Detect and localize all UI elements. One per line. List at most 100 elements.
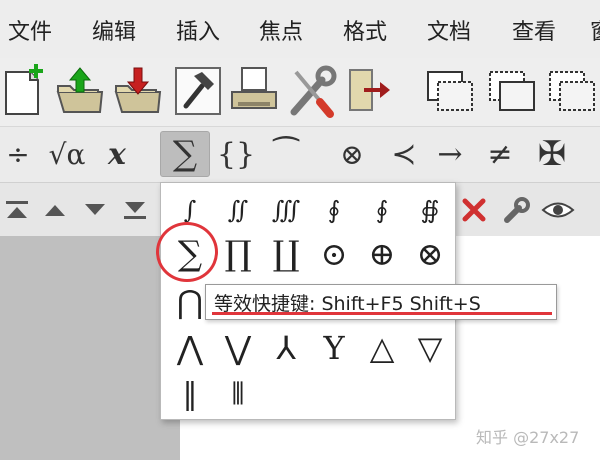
braces-icon: {}: [216, 136, 256, 172]
surface-integral-button[interactable]: ∯: [407, 187, 453, 233]
fraction-icon: ÷: [6, 137, 30, 171]
triple-integral-button[interactable]: ∭: [263, 187, 309, 233]
triple-bar-icon: ⦀: [231, 376, 245, 412]
save-button[interactable]: [112, 62, 164, 118]
not-equal-button[interactable]: ≠: [480, 131, 520, 177]
export-arrow-icon: [349, 69, 390, 111]
move-down-icon: [85, 204, 105, 215]
menu-window[interactable]: 窗: [590, 14, 600, 46]
big-wedge-icon: ⋀: [176, 329, 204, 367]
binary-operator-button[interactable]: ⊗: [332, 131, 372, 177]
circled-plus-button[interactable]: ⊕: [359, 231, 405, 277]
sum-highlight-circle: [156, 222, 218, 282]
circled-dot-button[interactable]: ⊙: [311, 231, 357, 277]
superscript-button[interactable]: x: [96, 131, 138, 177]
move-top-icon: [6, 201, 28, 218]
misc-symbol-button[interactable]: ✠: [530, 131, 574, 177]
big-operator-button[interactable]: ∑: [160, 131, 210, 177]
big-operator-sum-icon: ∑: [172, 134, 198, 174]
contour-integral-icon: ∮: [375, 196, 389, 224]
menu-insert[interactable]: 插入: [176, 14, 220, 46]
curly-wedge-icon: ⅄: [276, 329, 296, 367]
precedes-icon: ≺: [391, 136, 417, 172]
double-integral-icon: ∬: [227, 196, 249, 224]
double-integral-button[interactable]: ∬: [215, 187, 261, 233]
tooltip-underline: [212, 312, 552, 315]
coproduct-button[interactable]: ∐: [263, 231, 309, 277]
move-up-button[interactable]: [40, 191, 70, 229]
view-button[interactable]: [540, 191, 576, 229]
accent-button[interactable]: ⁀: [266, 131, 306, 177]
triple-bar-button[interactable]: ⦀: [215, 371, 261, 417]
frames-copy-button[interactable]: [486, 62, 538, 118]
menu-focus[interactable]: 焦点: [259, 14, 303, 46]
big-wedge-button[interactable]: ⋀: [167, 325, 213, 371]
triangle-up-icon: △: [369, 329, 395, 367]
menu-document[interactable]: 文档: [427, 14, 471, 46]
double-bar-icon: ‖: [182, 376, 198, 412]
print-button[interactable]: [228, 62, 280, 118]
triple-integral-icon: ∭: [271, 196, 301, 224]
new-document-icon: [5, 64, 43, 115]
square-root-icon: √α: [48, 137, 86, 171]
fraction-button[interactable]: ÷: [2, 131, 34, 177]
frames-button[interactable]: [424, 62, 476, 118]
build-button[interactable]: [172, 62, 224, 118]
circled-times-button[interactable]: ⊗: [407, 231, 453, 277]
export-button[interactable]: [344, 62, 396, 118]
math-toolbar: ÷ √α x ∑ {} ⁀ ⊗ ≺ → ≠ ✠: [0, 126, 600, 182]
integral-dots-button[interactable]: ∮: [311, 187, 357, 233]
double-bar-button[interactable]: ‖: [167, 371, 213, 417]
triangle-down-button[interactable]: ▽: [407, 325, 453, 371]
move-top-button[interactable]: [2, 191, 32, 229]
document-margin: [0, 236, 180, 460]
main-toolbar: [0, 58, 600, 126]
product-icon: ∏: [224, 234, 252, 274]
open-upload-icon: [56, 67, 104, 113]
triangle-up-button[interactable]: △: [359, 325, 405, 371]
curly-vee-button[interactable]: Y: [311, 325, 357, 371]
curly-wedge-button[interactable]: ⅄: [263, 325, 309, 371]
circled-times-icon: ⊗: [340, 137, 364, 171]
build-hammer-icon: [175, 67, 221, 115]
arrow-button[interactable]: →: [430, 131, 470, 177]
right-arrow-icon: →: [437, 136, 463, 172]
curly-vee-icon: Y: [323, 329, 345, 367]
move-up-icon: [45, 205, 65, 216]
new-document-button[interactable]: [0, 62, 52, 118]
relation-button[interactable]: ≺: [384, 131, 424, 177]
circled-plus-icon: ⊕: [368, 235, 396, 273]
square-root-button[interactable]: √α: [42, 131, 92, 177]
menu-file[interactable]: 文件: [8, 14, 52, 46]
eye-icon: [541, 202, 575, 218]
print-icon: [231, 67, 277, 109]
menu-format[interactable]: 格式: [343, 14, 387, 46]
frames-dashed-button[interactable]: [546, 62, 598, 118]
braces-button[interactable]: {}: [216, 131, 256, 177]
triangle-down-icon: ▽: [417, 329, 443, 367]
coproduct-icon: ∐: [272, 234, 300, 274]
move-bottom-button[interactable]: [120, 191, 150, 229]
menu-bar: 文件 编辑 插入 焦点 格式 文档 查看 窗: [0, 0, 600, 58]
tools-button[interactable]: [286, 62, 338, 118]
frames-icon: [427, 71, 473, 111]
integral-dots-icon: ∮: [327, 196, 341, 224]
move-bottom-icon: [124, 202, 146, 219]
frames-dashed-icon: [549, 71, 595, 111]
product-button[interactable]: ∏: [215, 231, 261, 277]
circled-dot-icon: ⊙: [320, 235, 348, 273]
save-download-icon: [114, 67, 162, 113]
properties-button[interactable]: [500, 191, 532, 229]
integral-icon: ∫: [183, 196, 197, 224]
menu-view[interactable]: 查看: [512, 14, 556, 46]
maltese-cross-icon: ✠: [537, 134, 567, 174]
delete-button[interactable]: [458, 191, 490, 229]
move-down-button[interactable]: [80, 191, 110, 229]
big-vee-icon: ⋁: [224, 329, 252, 367]
big-vee-button[interactable]: ⋁: [215, 325, 261, 371]
open-button[interactable]: [54, 62, 106, 118]
circled-times-icon: ⊗: [416, 235, 444, 273]
not-equal-icon: ≠: [487, 136, 513, 172]
menu-edit[interactable]: 编辑: [92, 14, 136, 46]
contour-integral-button[interactable]: ∮: [359, 187, 405, 233]
